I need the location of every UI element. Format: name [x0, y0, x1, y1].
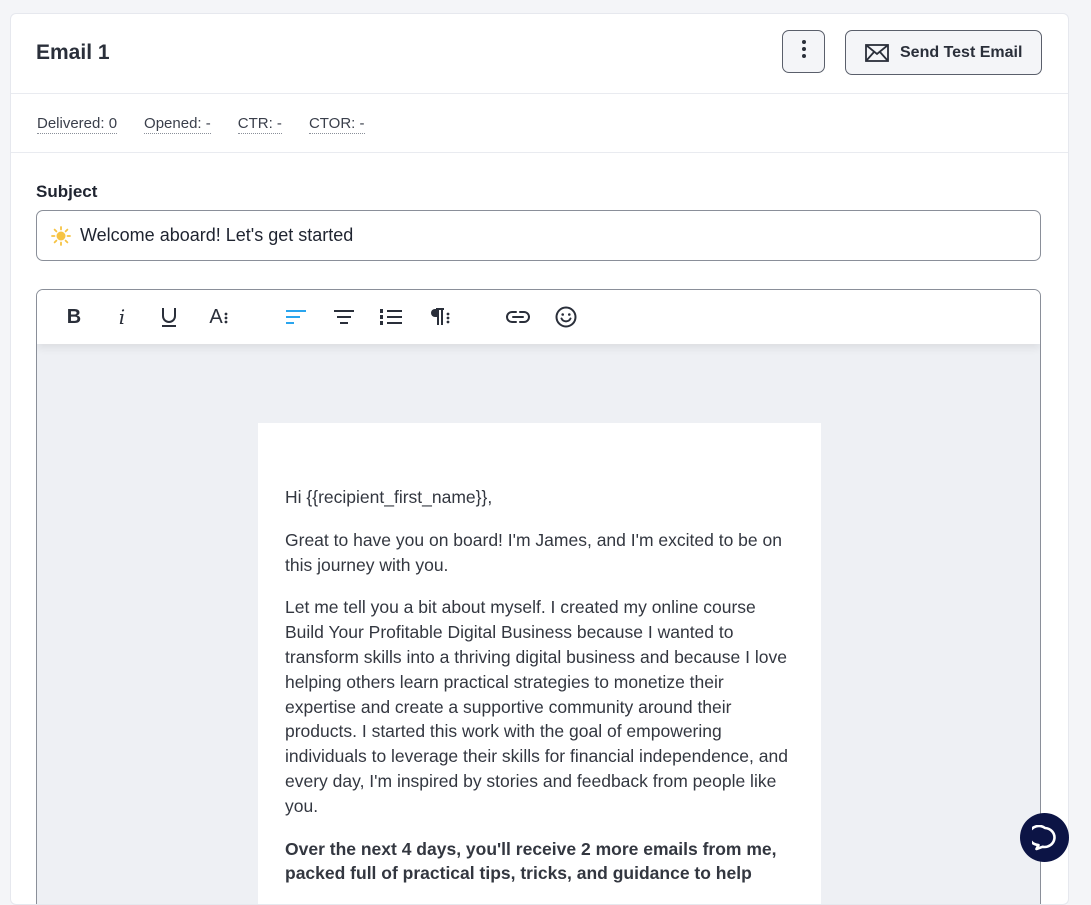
paragraph-format-icon[interactable] [425, 304, 455, 330]
more-vertical-icon [801, 39, 807, 64]
stat-delivered[interactable]: Delivered: 0 [37, 115, 118, 134]
font-size-icon[interactable]: A [204, 304, 234, 330]
email-greeting: Hi {{recipient_first_name}}, [285, 487, 493, 507]
more-options-button[interactable] [782, 30, 825, 73]
italic-icon[interactable]: i [109, 304, 135, 330]
send-test-email-label: Send Test Email [900, 43, 1023, 61]
sun-icon [51, 225, 71, 246]
stat-ctr[interactable]: CTR: - [237, 115, 282, 134]
link-icon[interactable] [505, 304, 531, 330]
stats-bar: Delivered: 0 Opened: - CTR: - CTOR: - [11, 94, 1068, 153]
emoji-icon[interactable] [553, 304, 579, 330]
email-paragraph: Let me tell you a bit about myself. I cr… [285, 597, 788, 816]
email-header: Email 1 Send Test Email [11, 14, 1068, 94]
email-editor-card: Email 1 Send Test Email Delivered: 0 Ope… [10, 13, 1069, 905]
page-title: Email 1 [36, 41, 110, 64]
send-test-email-button[interactable]: Send Test Email [845, 30, 1042, 75]
envelope-icon [865, 43, 889, 62]
chat-launcher-button[interactable] [1020, 813, 1069, 862]
stat-opened[interactable]: Opened: - [144, 115, 211, 134]
stat-ctor[interactable]: CTOR: - [308, 115, 365, 134]
email-paragraph: Great to have you on board! I'm James, a… [285, 529, 782, 575]
underline-icon[interactable] [156, 304, 182, 330]
subject-value: Welcome aboard! Let's get started [80, 225, 354, 245]
email-body[interactable]: Hi {{recipient_first_name}}, Great to ha… [258, 423, 821, 904]
align-left-icon[interactable] [283, 304, 309, 330]
font-size-glyph: A [209, 305, 223, 328]
chat-bubble-icon [1031, 824, 1058, 851]
align-center-icon[interactable] [331, 304, 357, 330]
rich-text-editor: B i A Hi {{recipient_first_name}}, Great… [36, 289, 1041, 904]
subject-input[interactable]: Welcome aboard! Let's get started [36, 210, 1041, 261]
subject-label: Subject [36, 182, 98, 201]
editor-toolbar: B i A [37, 290, 1040, 344]
ordered-list-icon[interactable] [378, 304, 404, 330]
bold-icon[interactable]: B [61, 304, 87, 330]
email-paragraph-bold: Over the next 4 days, you'll receive 2 m… [285, 838, 777, 884]
